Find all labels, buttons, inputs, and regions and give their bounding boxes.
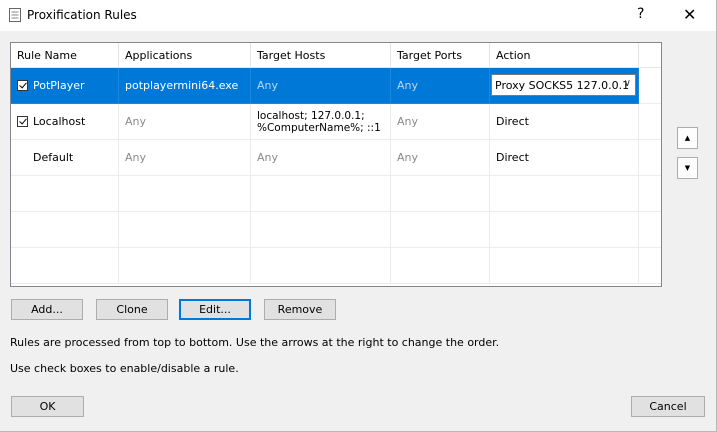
move-down-button[interactable]: ▼ (677, 157, 698, 179)
empty-row (11, 176, 661, 212)
row-filler (639, 68, 661, 104)
applications-cell: Any (119, 104, 251, 140)
column-header-target-ports[interactable]: Target Ports (391, 43, 490, 68)
applications-cell: Any (119, 140, 251, 176)
rule-name-cell: Localhost (11, 104, 119, 140)
close-button[interactable]: ✕ (683, 5, 696, 24)
row-filler (639, 104, 661, 140)
table-row[interactable]: Localhost Any localhost; 127.0.0.1; %Com… (11, 104, 661, 140)
window-title: Proxification Rules (27, 8, 137, 22)
column-header-rule-name[interactable]: Rule Name (11, 43, 119, 68)
action-dropdown-value: Proxy SOCKS5 127.0.0.1 (495, 78, 630, 92)
target-hosts-line: localhost; 127.0.0.1; (257, 109, 365, 122)
table-row[interactable]: Default Any Any Any Direct (11, 140, 661, 176)
target-ports-cell: Any (391, 68, 490, 104)
target-ports-cell: Any (391, 140, 490, 176)
rule-enabled-checkbox[interactable] (17, 116, 28, 127)
rule-name-cell: Default (11, 140, 119, 176)
target-hosts-cell: localhost; 127.0.0.1; %ComputerName%; ::… (251, 104, 391, 140)
row-filler (639, 140, 661, 176)
empty-row (11, 212, 661, 248)
rule-enabled-checkbox[interactable] (17, 80, 28, 91)
action-cell: Direct (490, 104, 639, 140)
chevron-down-icon: ∨ (623, 78, 631, 89)
column-header-action[interactable]: Action (490, 43, 639, 68)
rule-name: PotPlayer (33, 79, 85, 92)
column-header-applications[interactable]: Applications (119, 43, 251, 68)
help-button[interactable]: ? (637, 6, 644, 22)
move-up-button[interactable]: ▲ (677, 127, 698, 149)
info-text-order: Rules are processed from top to bottom. … (10, 336, 500, 349)
action-dropdown[interactable]: Proxy SOCKS5 127.0.0.1 ∨ (491, 74, 636, 96)
rule-name: Default (33, 151, 74, 164)
table-row[interactable]: PotPlayer potplayermini64.exe Any Any Pr… (11, 68, 661, 104)
info-text-checkbox: Use check boxes to enable/disable a rule… (10, 362, 239, 375)
clone-button[interactable]: Clone (96, 299, 168, 320)
target-ports-cell: Any (391, 104, 490, 140)
action-cell: Proxy SOCKS5 127.0.0.1 ∨ (490, 68, 639, 104)
cancel-button[interactable]: Cancel (631, 396, 705, 417)
title-bar: Proxification Rules ? ✕ (0, 0, 716, 31)
empty-row (11, 248, 661, 284)
proxification-rules-dialog: Proxification Rules ? ✕ Rule Name Applic… (0, 0, 717, 432)
column-header-filler (639, 43, 661, 68)
rule-name-cell: PotPlayer (11, 68, 119, 104)
ok-button[interactable]: OK (11, 396, 84, 417)
edit-button[interactable]: Edit... (179, 299, 251, 320)
action-cell: Direct (490, 140, 639, 176)
column-header-target-hosts[interactable]: Target Hosts (251, 43, 391, 68)
target-hosts-cell: Any (251, 68, 391, 104)
target-hosts-line: %ComputerName%; ::1 (257, 121, 381, 134)
rules-table: Rule Name Applications Target Hosts Targ… (10, 42, 662, 287)
target-hosts-cell: Any (251, 140, 391, 176)
rule-name: Localhost (33, 115, 86, 128)
document-icon (9, 8, 21, 22)
applications-cell: potplayermini64.exe (119, 68, 251, 104)
remove-button[interactable]: Remove (264, 299, 336, 320)
add-button[interactable]: Add... (11, 299, 83, 320)
